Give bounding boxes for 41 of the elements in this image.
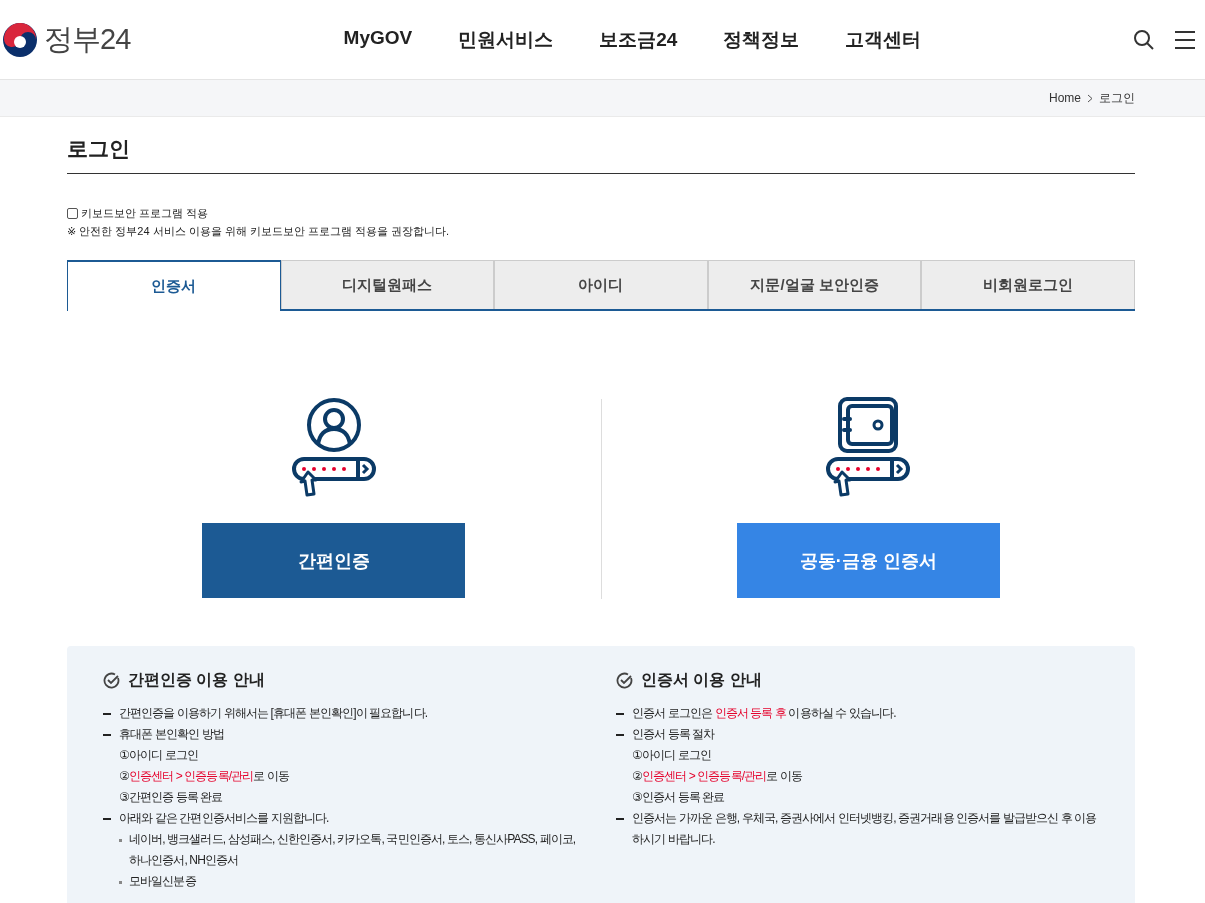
nav-link[interactable]: 보조금24 [599,26,678,53]
login-tab[interactable]: 아이디 [494,260,708,309]
guide-text: 인증서 로그인은 인증서 등록 후 이용하실 수 있습니다. [616,703,1099,724]
checkbox-label: 키보드보안 프로그램 적용 [81,206,209,221]
logo-text[interactable]: 정부24 [44,19,131,60]
guide-text: 인증서 등록 절차 [616,724,1099,745]
guide-text: ③간편인증 등록 완료 [118,789,224,806]
guide-title: 인증서 이용 안내 [641,670,762,690]
checkbox[interactable] [67,207,78,219]
guide-text: ①아이디 로그인 [631,747,712,764]
guide-text: 아래와 같은 간편인증서비스를 지원합니다. [103,808,586,829]
guide-text: ②인증센터 > 인증등록/관리로 이동 [631,768,803,785]
nav-link[interactable]: 고객센터 [845,26,922,53]
guide-text: 네이버, 뱅크샐러드, 삼성패스, 신한인증서, 카카오톡, 국민인증서, 토스, 통신사PASS, 페이코, 하나인증서, NH인증서 [103,829,586,871]
breadcrumb-link[interactable]: 로그인 [1099,89,1135,107]
menu-icon[interactable] [1175,29,1195,50]
guide-text: 휴대폰 본인확인 방법 [103,724,586,745]
page-title: 로그인 [67,117,1135,174]
guide-text: 인증서는 가까운 은행, 우체국, 증권사에서 인터넷뱅킹, 증권거래용 인증서를 발급받으신 후 이용하시기 바랍니다. [616,808,1099,850]
nav-link[interactable]: MyGOV [343,26,413,53]
guide-text: ③인증서 등록 완료 [631,789,726,806]
guide-title: 간편인증 이용 안내 [128,670,265,690]
check-circle-icon [103,672,120,689]
guide-text: 모바일신분증 [103,871,586,892]
login-button[interactable]: 공동·금융 인증서 [736,523,1000,598]
login-tab[interactable]: 지문/얼굴 보안인증 [707,260,922,309]
guide-text: ①아이디 로그인 [118,747,199,764]
nav-link[interactable]: 민원서비스 [458,26,554,53]
login-tab[interactable]: 인증서 [67,260,281,311]
nav-link[interactable]: 정책정보 [723,26,800,53]
guide-text: 간편인증을 이용하기 위해서는 [휴대폰 본인확인]이 필요합니다. [103,703,586,724]
search-icon[interactable] [1133,28,1155,51]
breadcrumb-link[interactable]: Home [1049,91,1081,105]
login-button[interactable]: 간편인증 [202,523,466,598]
login-tab[interactable]: 디지털원패스 [280,260,495,309]
chevron-icon [1087,93,1093,103]
guide-text: ②인증센터 > 인증등록/관리로 이동 [118,768,290,785]
security-note: ※ 안전한 정부24 서비스 이용을 위해 키보드보안 프로그램 적용을 권장합니다. [67,224,450,239]
check-circle-icon [616,672,633,689]
logo-icon [2,21,38,58]
login-tab[interactable]: 비회원로그인 [921,260,1135,309]
